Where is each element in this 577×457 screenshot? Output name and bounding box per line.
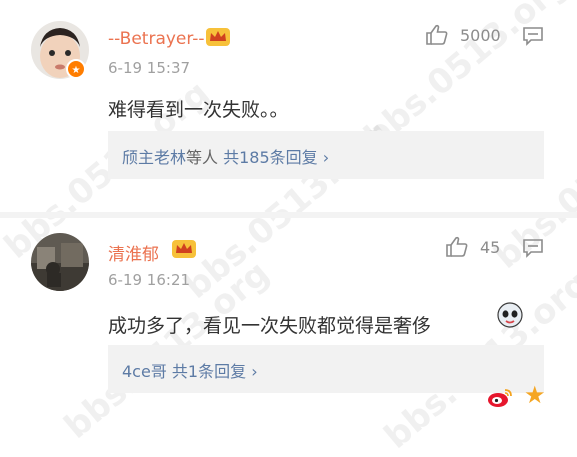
comment-time: 6-19 15:37 [108, 59, 191, 77]
crown-icon [171, 239, 197, 259]
svg-text:★: ★ [72, 65, 81, 76]
star-icon: ★ [524, 381, 546, 409]
username[interactable]: --Betrayer-- [108, 29, 205, 49]
comment-text: 难得看到一次失败。。 [108, 99, 289, 121]
weibo-logo-icon [486, 385, 514, 409]
reply-connector: 等人 [186, 148, 219, 167]
avatar[interactable] [31, 233, 89, 291]
reply-users[interactable]: 颀主老林 [122, 148, 186, 167]
reply-count-link[interactable]: 共1条回复 [172, 362, 246, 381]
verified-badge-icon: ★ [66, 59, 86, 79]
reply-users[interactable]: 4ce哥 [122, 362, 167, 381]
chevron-right-icon[interactable]: › [251, 362, 257, 381]
comment-icon[interactable] [522, 26, 544, 46]
comment-item: ★ --Betrayer-- 6-19 15:37 5000 难得看到一次失败。… [0, 0, 577, 212]
comment-text: 成功多了，看见一次失败都觉得是奢侈 [108, 315, 432, 337]
like-count: 45 [480, 238, 501, 257]
thumbs-up-icon[interactable] [445, 235, 469, 259]
comment-time: 6-19 16:21 [108, 271, 191, 289]
crown-icon [205, 27, 231, 47]
reply-count-link[interactable]: 共185条回复 [223, 148, 318, 167]
emoji-icon [497, 302, 523, 328]
comment-icon[interactable] [522, 238, 544, 258]
thumbs-up-icon[interactable] [425, 23, 449, 47]
like-count: 5000 [460, 26, 501, 45]
reply-preview[interactable]: 颀主老林等人 共185条回复 › [108, 131, 544, 179]
username[interactable]: 清淮郁 [108, 240, 159, 265]
chevron-right-icon[interactable]: › [323, 148, 329, 167]
reply-preview[interactable]: 4ce哥 共1条回复 › [108, 345, 544, 393]
